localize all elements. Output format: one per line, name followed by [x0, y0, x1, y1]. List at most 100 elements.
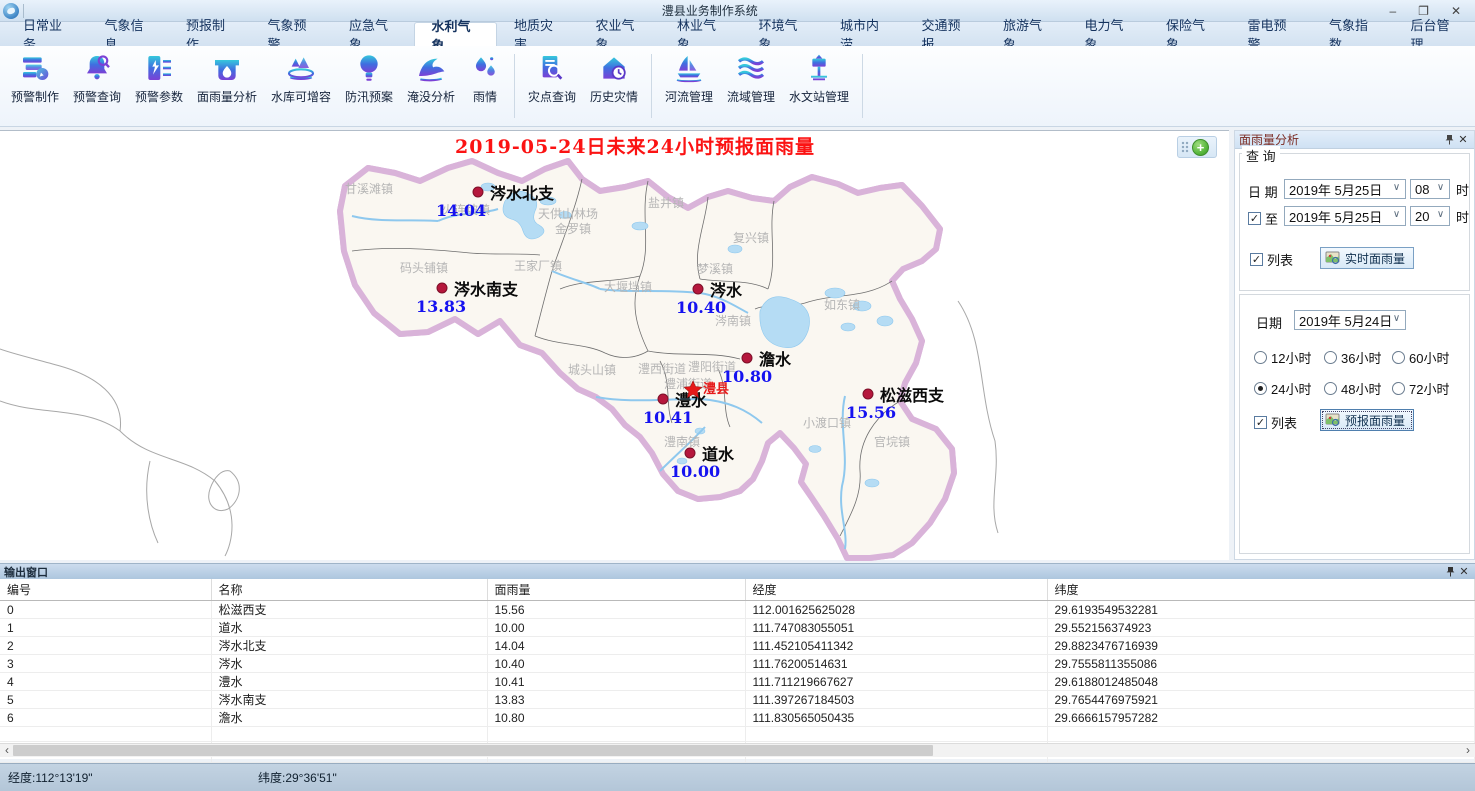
toolbar-area-rain-analysis[interactable]: 面雨量分析 [190, 52, 264, 105]
status-latitude: 纬度:29°36'51" [258, 769, 337, 786]
chevron-down-icon: ∨ [1390, 182, 1403, 196]
toolbar-hydrostation-manage[interactable]: 水文站管理 [782, 52, 856, 105]
menu-insurance[interactable]: 保险气象 [1149, 22, 1231, 46]
chevron-down-icon: ∨ [1434, 209, 1447, 223]
menu-forecast-make[interactable]: 预报制作 [169, 22, 251, 46]
toolbar-inundation-analysis[interactable]: 淹没分析 [400, 52, 462, 105]
duration-36h-radio[interactable] [1324, 351, 1337, 364]
date-to-combo[interactable]: 2019年 5月25日 ∨ [1284, 206, 1406, 226]
menu-admin[interactable]: 后台管理 [1394, 22, 1475, 46]
pin-icon[interactable] [1442, 133, 1456, 147]
scroll-left-icon[interactable]: ‹ [0, 744, 14, 757]
toolbar-reservoir-capacity[interactable]: 水库可增容 [264, 52, 338, 105]
drag-grip-icon[interactable] [1181, 141, 1189, 153]
forecast-date-combo[interactable]: 2019年 5月24日 ∨ [1294, 310, 1406, 330]
hour-to-combo[interactable]: 20 ∨ [1410, 206, 1450, 226]
menu-hydro-weather[interactable]: 水利气象 [414, 22, 498, 46]
scrollbar-thumb[interactable] [13, 745, 933, 756]
svg-text:金罗镇: 金罗镇 [555, 221, 591, 236]
table-row[interactable]: 6澹水10.80111.83056505043529.6666157957282 [0, 709, 1475, 727]
menu-bar: 日常业务 气象信息 预报制作 气象预警 应急气象 水利气象 地质灾害 农业气象 … [0, 22, 1475, 46]
table-row[interactable]: 0松滋西支15.56112.00162562502829.61935495322… [0, 601, 1475, 619]
svg-text:澧西街道: 澧西街道 [638, 362, 686, 376]
horizontal-scrollbar[interactable]: ‹ › [0, 743, 1475, 757]
col-id: 编号 [0, 579, 211, 601]
menu-lightning[interactable]: 雷电预警 [1231, 22, 1313, 46]
duration-60h-radio[interactable] [1392, 351, 1405, 364]
forecast-groupbox: 日期 2019年 5月24日 ∨ 12小时 36小时 60小时 24小时 48小… [1239, 294, 1470, 554]
duration-12h-radio[interactable] [1254, 351, 1267, 364]
svg-text:14.04: 14.04 [436, 201, 486, 220]
svg-text:小渡口镇: 小渡口镇 [803, 415, 851, 430]
svg-text:码头铺镇: 码头铺镇 [400, 261, 448, 275]
menu-weather-index[interactable]: 气象指数 [1312, 22, 1394, 46]
svg-text:10.40: 10.40 [676, 298, 726, 317]
date-from-label: 日 期 [1248, 182, 1278, 201]
toolbar-alert-params[interactable]: 预警参数 [128, 52, 190, 105]
pin-icon[interactable] [1443, 565, 1457, 579]
menu-environment[interactable]: 环境气象 [742, 22, 824, 46]
toolbar-river-manage[interactable]: 河流管理 [658, 52, 720, 105]
output-window: 输出窗口 ✕ 编号 名称 面雨量 经度 纬度 0松滋西支15.56112.001… [0, 563, 1475, 759]
scroll-right-icon[interactable]: › [1461, 744, 1475, 757]
col-latitude: 纬度 [1047, 579, 1475, 601]
area-rain-panel: 面雨量分析 ✕ 查 询 日 期 2019年 5月25日 ∨ 08 ∨ 时 ✓ 至 [1234, 130, 1475, 560]
output-titlebar: 输出窗口 ✕ [0, 564, 1475, 579]
flood-plan-icon [353, 52, 385, 84]
duration-24h-radio[interactable] [1254, 382, 1267, 395]
forecast-rain-button[interactable]: 预报面雨量 [1320, 409, 1414, 431]
chevron-down-icon: ∨ [1390, 209, 1403, 223]
svg-text:梦溪镇: 梦溪镇 [697, 262, 733, 276]
svg-text:天供山林场: 天供山林场 [538, 207, 598, 221]
toolbar-disaster-point-search[interactable]: 灾点查询 [521, 52, 583, 105]
menu-power[interactable]: 电力气象 [1068, 22, 1150, 46]
table-header-row: 编号 名称 面雨量 经度 纬度 [0, 579, 1475, 601]
svg-text:如东镇: 如东镇 [824, 297, 860, 312]
menu-urban-flood[interactable]: 城市内涝 [823, 22, 905, 46]
svg-text:10.80: 10.80 [722, 367, 772, 386]
date-from-combo[interactable]: 2019年 5月25日 ∨ [1284, 179, 1406, 199]
realtime-rain-button[interactable]: 实时面雨量 [1320, 247, 1414, 269]
list-checkbox[interactable]: ✓ [1250, 253, 1263, 266]
chevron-down-icon: ∨ [1390, 313, 1403, 327]
toolbar-rain-info[interactable]: 雨情 [462, 52, 508, 105]
menu-forestry[interactable]: 林业气象 [660, 22, 742, 46]
toolbar-alert-search[interactable]: 预警查询 [66, 52, 128, 105]
toolbar-alert-compose[interactable]: 预警制作 [4, 52, 66, 105]
toolbar-basin-manage[interactable]: 流域管理 [720, 52, 782, 105]
inundation-analysis-icon [415, 52, 447, 84]
toolbar-separator [514, 54, 515, 118]
toolbar-flood-plan[interactable]: 防汛预案 [338, 52, 400, 105]
minimize-button[interactable]: – [1389, 4, 1396, 18]
menu-tourism[interactable]: 旅游气象 [986, 22, 1068, 46]
menu-daily[interactable]: 日常业务 [6, 22, 88, 46]
duration-72h-radio[interactable] [1392, 382, 1405, 395]
duration-48h-radio[interactable] [1324, 382, 1337, 395]
to-checkbox[interactable]: ✓ [1248, 212, 1261, 225]
forecast-list-checkbox[interactable]: ✓ [1254, 416, 1267, 429]
svg-text:澧县: 澧县 [703, 381, 729, 396]
table-row[interactable]: 4澧水10.41111.71121966762729.6188012485048 [0, 673, 1475, 691]
menu-agriculture[interactable]: 农业气象 [579, 22, 661, 46]
toolbar-history-disaster[interactable]: 历史灾情 [583, 52, 645, 105]
list-label: 列表 [1267, 250, 1293, 269]
table-row[interactable]: 2涔水北支14.04111.45210541134229.88234767169… [0, 637, 1475, 655]
menu-emergency[interactable]: 应急气象 [332, 22, 414, 46]
menu-geo-disaster[interactable]: 地质灾害 [497, 22, 579, 46]
output-close-icon[interactable]: ✕ [1457, 565, 1471, 579]
col-area-rain: 面雨量 [487, 579, 745, 601]
county-map: 甘溪滩镇 盐井镇 天供山林场 金罗镇 火连坡镇 复兴镇 码头铺镇 王家厂镇 大堰… [0, 131, 1228, 561]
hour-from-combo[interactable]: 08 ∨ [1410, 179, 1450, 199]
table-row[interactable]: 3涔水10.40111.7620051463129.7555811355086 [0, 655, 1475, 673]
table-row[interactable]: 5涔水南支13.83111.39726718450329.76544769759… [0, 691, 1475, 709]
menu-weather-warning[interactable]: 气象预警 [251, 22, 333, 46]
menu-traffic[interactable]: 交通预报 [905, 22, 987, 46]
query-caption: 查 询 [1242, 146, 1280, 165]
area-rain-analysis-icon [211, 52, 243, 84]
svg-text:甘溪滩镇: 甘溪滩镇 [345, 182, 393, 196]
panel-close-icon[interactable]: ✕ [1456, 133, 1470, 147]
map-canvas[interactable]: 甘溪滩镇 盐井镇 天供山林场 金罗镇 火连坡镇 复兴镇 码头铺镇 王家厂镇 大堰… [0, 130, 1229, 560]
zoom-in-button[interactable]: + [1192, 139, 1209, 156]
table-row[interactable]: 1道水10.00111.74708305505129.552156374923 [0, 619, 1475, 637]
menu-weather-info[interactable]: 气象信息 [88, 22, 170, 46]
